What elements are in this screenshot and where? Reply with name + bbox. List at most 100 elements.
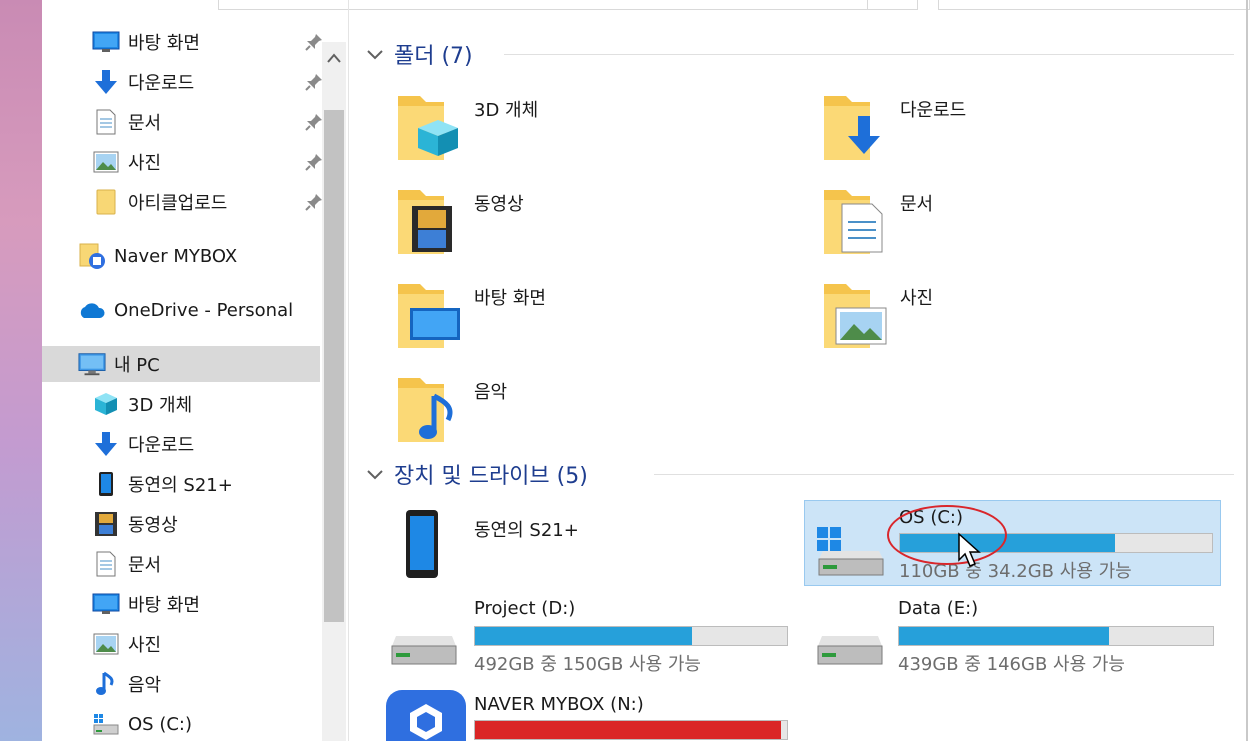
nav-item-os-c[interactable]: OS (C:) bbox=[92, 706, 322, 741]
phone-icon bbox=[92, 470, 120, 498]
nav-item-article-upload[interactable]: 아티클업로드 bbox=[92, 184, 322, 220]
nav-item-label: 바탕 화면 bbox=[128, 595, 200, 616]
nav-item-documents[interactable]: 문서 bbox=[92, 104, 322, 140]
address-bar-button[interactable] bbox=[868, 0, 918, 10]
nav-item-onedrive[interactable]: OneDrive - Personal bbox=[78, 292, 322, 328]
nav-item-desktop[interactable]: 바탕 화면 bbox=[92, 24, 322, 60]
naver-mybox-app-icon bbox=[386, 690, 466, 741]
nav-item-label: OS (C:) bbox=[128, 713, 192, 735]
phone-device-icon bbox=[406, 510, 438, 578]
nav-item-phone[interactable]: 동연의 S21+ bbox=[92, 466, 322, 502]
nav-item-pictures[interactable]: 사진 bbox=[92, 144, 322, 180]
folder-tile-videos[interactable]: 동영상 bbox=[390, 180, 800, 264]
pane-divider bbox=[348, 0, 349, 741]
pin-icon[interactable] bbox=[304, 112, 324, 132]
device-tile-naver-mybox[interactable]: NAVER MYBOX (N:) bbox=[386, 680, 802, 741]
nav-item-label: 동연의 S21+ bbox=[128, 475, 233, 496]
device-tile-phone[interactable]: 동연의 S21+ bbox=[386, 500, 802, 588]
download-folder-icon bbox=[824, 96, 880, 160]
nav-item-music[interactable]: 음악 bbox=[92, 666, 322, 702]
nav-item-label: 바탕 화면 bbox=[128, 33, 200, 54]
drive-usage-bar bbox=[898, 626, 1214, 646]
address-bar[interactable] bbox=[218, 0, 868, 10]
folder-tile-3d-objects[interactable]: 3D 개체 bbox=[390, 86, 800, 170]
nav-scrollbar-thumb[interactable] bbox=[324, 110, 344, 622]
folder-tile-desktop[interactable]: 바탕 화면 bbox=[390, 274, 800, 358]
hard-drive-icon bbox=[391, 636, 457, 665]
download-arrow-icon bbox=[92, 68, 120, 96]
cloud-icon bbox=[78, 296, 106, 324]
nav-item-label: 내 PC bbox=[114, 355, 160, 376]
folder-label: 사진 bbox=[900, 288, 934, 309]
folder-label: 다운로드 bbox=[900, 100, 967, 121]
device-label: NAVER MYBOX (N:) bbox=[474, 694, 644, 715]
device-label: Project (D:) bbox=[474, 598, 576, 619]
folder-tile-documents[interactable]: 문서 bbox=[816, 180, 1226, 264]
nav-item-naver-mybox[interactable]: Naver MYBOX bbox=[78, 238, 322, 274]
music-note-icon bbox=[92, 670, 120, 698]
nav-item-downloads[interactable]: 다운로드 bbox=[92, 64, 322, 100]
folder-label: 바탕 화면 bbox=[474, 288, 546, 309]
folder-tile-music[interactable]: 음악 bbox=[390, 368, 800, 452]
pin-icon[interactable] bbox=[304, 192, 324, 212]
group-title: 폴더 (7) bbox=[394, 44, 473, 69]
nav-item-videos[interactable]: 동영상 bbox=[92, 506, 322, 542]
device-tile-os-c[interactable]: OS (C:) 110GB 중 34.2GB 사용 가능 bbox=[804, 500, 1221, 586]
device-tile-data-e[interactable]: Data (E:) 439GB 중 146GB 사용 가능 bbox=[812, 590, 1228, 678]
chevron-down-icon bbox=[367, 470, 383, 480]
nav-item-label: 다운로드 bbox=[128, 435, 195, 456]
drive-usage-text: 439GB 중 146GB 사용 가능 bbox=[898, 654, 1125, 675]
windows-hard-drive-icon bbox=[817, 527, 884, 576]
pin-icon[interactable] bbox=[304, 152, 324, 172]
devices-group-header[interactable]: 장치 및 드라이브 (5) bbox=[364, 460, 1234, 489]
hard-drive-icon bbox=[817, 636, 883, 665]
group-title: 장치 및 드라이브 (5) bbox=[394, 464, 588, 489]
download-arrow-icon bbox=[92, 430, 120, 458]
device-label: 동연의 S21+ bbox=[474, 520, 579, 541]
picture-icon bbox=[92, 148, 120, 176]
annotation-circle bbox=[887, 505, 1007, 565]
folders-group-header[interactable]: 폴더 (7) bbox=[364, 40, 1234, 69]
chevron-down-icon bbox=[367, 50, 383, 60]
nav-item-label: 아티클업로드 bbox=[128, 193, 228, 214]
folder-tile-pictures[interactable]: 사진 bbox=[816, 274, 1226, 358]
naver-mybox-folder-icon bbox=[78, 242, 106, 270]
pin-icon[interactable] bbox=[304, 72, 324, 92]
nav-item-label: 사진 bbox=[128, 635, 162, 656]
pin-icon[interactable] bbox=[304, 32, 324, 52]
desktop-background bbox=[0, 0, 42, 741]
desktop-icon bbox=[92, 28, 120, 56]
desktop-icon bbox=[92, 590, 120, 618]
document-icon bbox=[92, 550, 120, 578]
document-icon bbox=[92, 108, 120, 136]
nav-item-label: Naver MYBOX bbox=[114, 245, 238, 267]
nav-item-this-pc[interactable]: 내 PC bbox=[42, 346, 320, 382]
scroll-up-arrow-icon[interactable] bbox=[322, 42, 346, 74]
nav-item-desktop-pc[interactable]: 바탕 화면 bbox=[92, 586, 322, 622]
pictures-folder-icon bbox=[824, 284, 887, 348]
nav-item-pictures-pc[interactable]: 사진 bbox=[92, 626, 322, 662]
nav-item-label: 사진 bbox=[128, 153, 162, 174]
nav-item-label: 다운로드 bbox=[128, 73, 195, 94]
nav-item-label: 문서 bbox=[128, 555, 162, 576]
picture-icon bbox=[92, 630, 120, 658]
nav-item-downloads-pc[interactable]: 다운로드 bbox=[92, 426, 322, 462]
window-border bbox=[1246, 0, 1248, 741]
drive-usage-fill bbox=[899, 627, 1109, 645]
nav-scrollbar[interactable] bbox=[322, 42, 346, 741]
nav-item-3d-objects[interactable]: 3D 개체 bbox=[92, 386, 322, 422]
nav-item-label: 3D 개체 bbox=[128, 395, 193, 416]
group-divider bbox=[504, 54, 1234, 55]
device-label: Data (E:) bbox=[898, 598, 979, 619]
computer-icon bbox=[78, 350, 106, 378]
folder-tile-downloads[interactable]: 다운로드 bbox=[816, 86, 1226, 170]
drive-usage-fill bbox=[475, 721, 781, 739]
folder-label: 음악 bbox=[474, 382, 508, 403]
nav-item-label: 음악 bbox=[128, 675, 162, 696]
nav-item-documents-pc[interactable]: 문서 bbox=[92, 546, 322, 582]
drive-usage-bar bbox=[474, 626, 788, 646]
device-tile-project-d[interactable]: Project (D:) 492GB 중 150GB 사용 가능 bbox=[386, 590, 802, 678]
folder-label: 3D 개체 bbox=[474, 100, 539, 121]
nav-item-label: OneDrive - Personal bbox=[114, 299, 294, 321]
search-box[interactable] bbox=[938, 0, 1250, 10]
